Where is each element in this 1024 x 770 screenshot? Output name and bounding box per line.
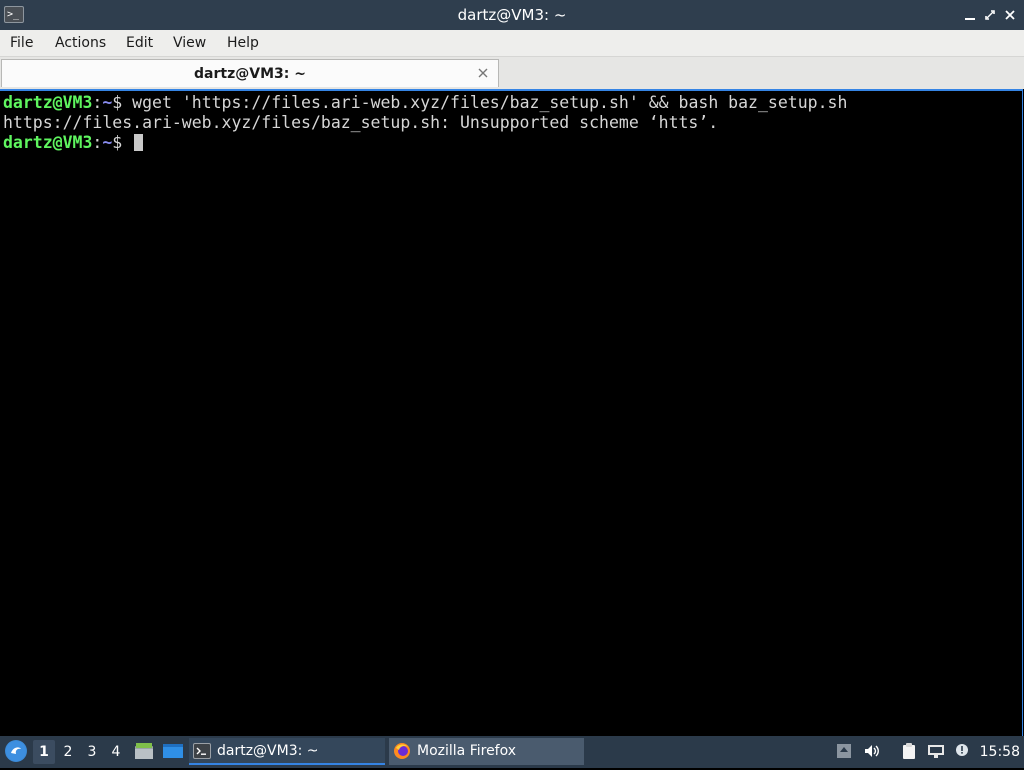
workspace-4[interactable]: 4 [105,740,127,764]
terminal-icon [193,742,211,760]
file-manager-icon[interactable] [134,742,154,760]
clock[interactable]: 15:58 [980,736,1020,768]
show-desktop-icon[interactable] [162,742,183,760]
command-text: wget 'https://files.ari-web.xyz/files/ba… [132,93,848,112]
prompt-separator: : [92,133,103,152]
clipboard-icon[interactable] [900,742,918,760]
task-firefox[interactable]: Mozilla Firefox [389,738,584,765]
prompt-user: dartz@VM3 [3,133,93,152]
text-cursor [134,134,144,151]
prompt-user: dartz@VM3 [3,93,93,112]
notification-icon[interactable] [953,742,971,760]
close-icon[interactable] [476,66,490,80]
workspace-2[interactable]: 2 [57,740,79,764]
window-title: dartz@VM3: ~ [457,6,567,24]
prompt-symbol: $ [112,133,133,152]
lxqt-start-icon[interactable] [5,740,27,762]
close-icon[interactable] [1002,7,1018,23]
menu-help[interactable]: Help [227,30,259,56]
tab-bar: dartz@VM3: ~ [0,57,1024,89]
prompt-symbol: $ [112,93,133,112]
update-icon[interactable] [835,742,853,760]
menu-edit[interactable]: Edit [126,30,153,56]
terminal-view[interactable]: dartz@VM3:~$ wget 'https://files.ari-web… [0,89,1023,736]
workspace-1[interactable]: 1 [33,740,55,764]
menu-bar: File Actions Edit View Help [0,30,1024,57]
window-titlebar[interactable]: >_ dartz@VM3: ~ [0,0,1024,30]
task-terminal[interactable]: dartz@VM3: ~ [189,738,385,765]
terminal-line-prompt: dartz@VM3:~$ [3,133,144,153]
firefox-icon [393,742,411,760]
task-label: dartz@VM3: ~ [217,743,319,759]
workspace-3[interactable]: 3 [81,740,103,764]
volume-icon[interactable] [863,742,881,760]
network-icon[interactable] [927,742,945,760]
menu-actions[interactable]: Actions [55,30,106,56]
prompt-path: ~ [102,93,113,112]
tab-terminal[interactable]: dartz@VM3: ~ [1,59,499,87]
minimize-icon[interactable] [962,7,978,23]
taskbar: 1 2 3 4 dartz@VM3: ~ Mozilla Firefox 15:… [0,736,1024,768]
prompt-path: ~ [102,133,113,152]
prompt-separator: : [92,93,103,112]
tab-label: dartz@VM3: ~ [194,66,306,82]
terminal-line-command: dartz@VM3:~$ wget 'https://files.ari-web… [3,93,847,113]
task-label: Mozilla Firefox [417,743,517,759]
menu-view[interactable]: View [173,30,206,56]
restore-icon[interactable] [982,7,998,23]
menu-file[interactable]: File [10,30,33,56]
terminal-line-output: https://files.ari-web.xyz/files/baz_setu… [3,113,719,132]
